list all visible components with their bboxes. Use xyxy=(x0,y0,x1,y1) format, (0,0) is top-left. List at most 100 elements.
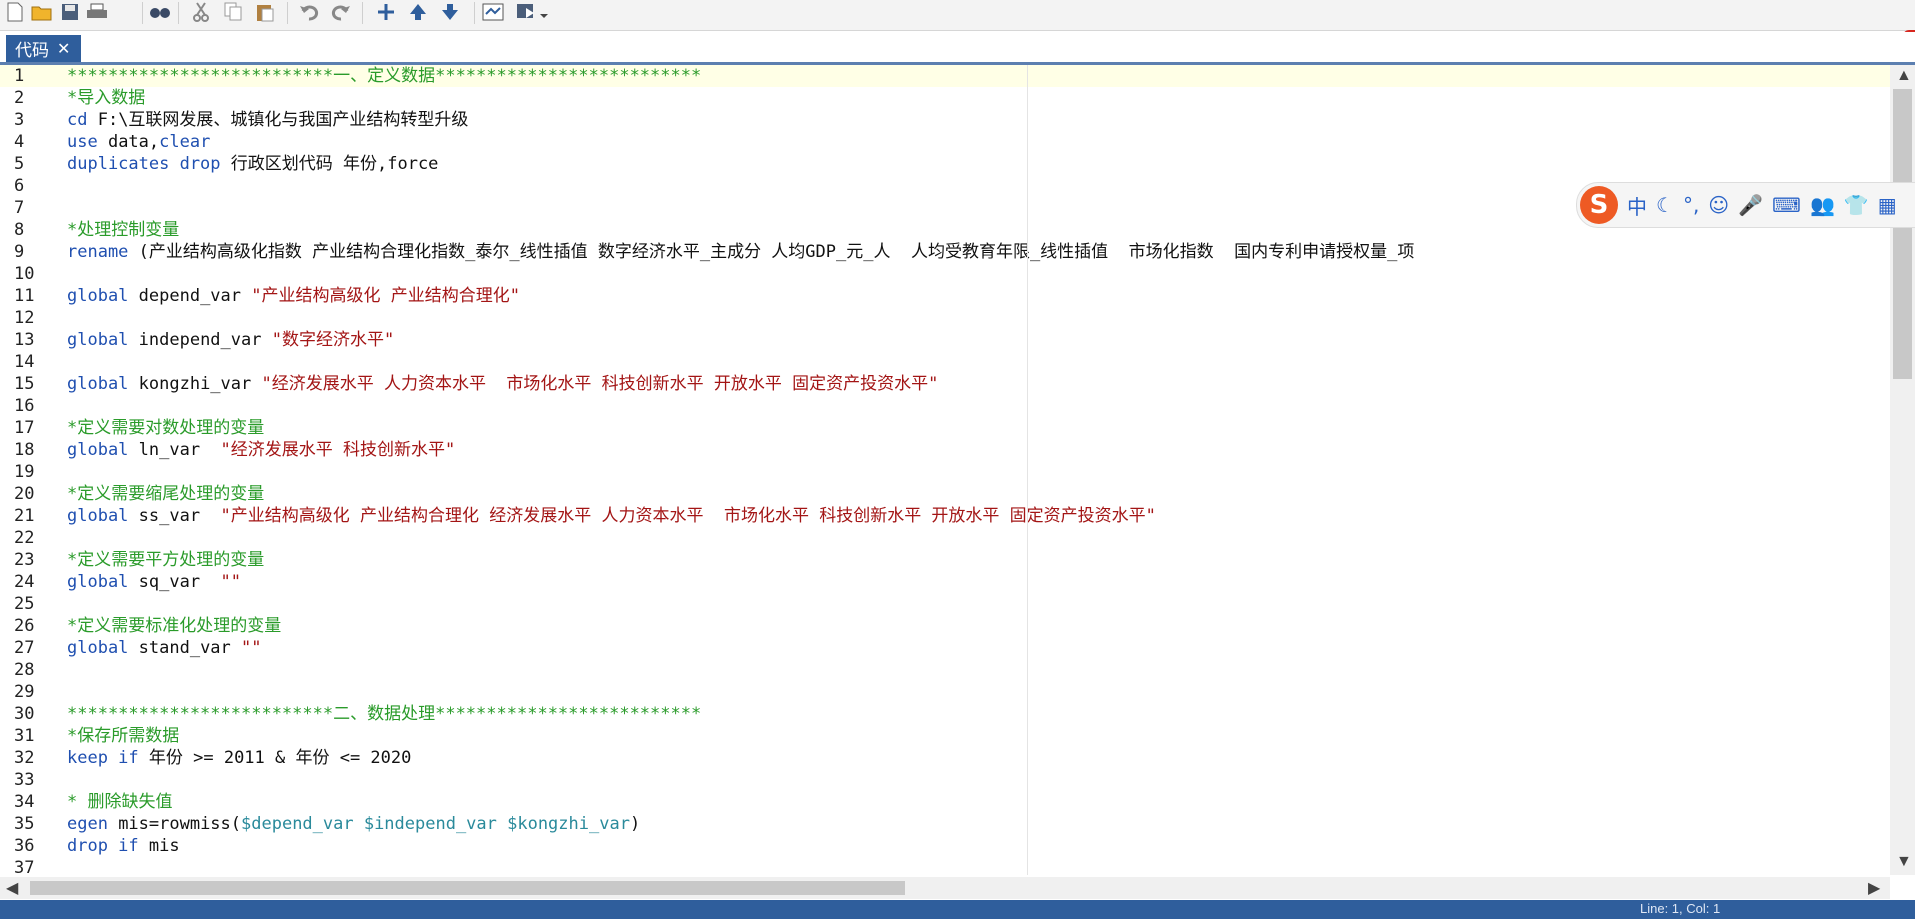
bookmark-prev-icon[interactable] xyxy=(405,0,431,24)
scroll-up-icon[interactable]: ▲ xyxy=(1896,67,1912,85)
horizontal-scroll-thumb[interactable] xyxy=(30,881,905,895)
copy-icon[interactable] xyxy=(220,0,246,24)
code-line[interactable]: 21 global ss_var "产业结构高级化 产业结构合理化 经济发展水平 … xyxy=(0,505,1890,527)
code-line[interactable]: 20 *定义需要缩尾处理的变量 xyxy=(0,483,1890,505)
code-token-comment: *定义需要缩尾处理的变量 xyxy=(67,484,265,504)
code-text[interactable]: global kongzhi_var "经济发展水平 人力资本水平 市场化水平 … xyxy=(67,373,938,395)
code-line[interactable]: 3 cd F:\互联网发展、城镇化与我国产业结构转型升级 xyxy=(0,109,1890,131)
ime-mode-toggle[interactable]: 中 xyxy=(1627,191,1647,220)
code-text[interactable]: use data,clear xyxy=(67,131,210,153)
code-text[interactable]: **************************一、定义数据********… xyxy=(67,65,701,87)
code-text[interactable]: *保存所需数据 xyxy=(67,725,179,747)
code-line[interactable]: 33 xyxy=(0,769,1890,791)
ime-toolbar[interactable]: S 中 ☾ °, ☺ 🎤 ⌨ 👥 👕 ▦ xyxy=(1576,182,1915,228)
code-line[interactable]: 5 duplicates drop 行政区划代码 年份,force xyxy=(0,153,1890,175)
new-file-icon[interactable] xyxy=(2,0,28,24)
bookmark-add-icon[interactable] xyxy=(373,0,399,24)
grid-icon[interactable]: ▦ xyxy=(1878,193,1897,217)
code-line[interactable]: 27 global stand_var "" xyxy=(0,637,1890,659)
user-icon[interactable]: 👥 xyxy=(1810,193,1835,217)
code-line[interactable]: 14 xyxy=(0,351,1890,373)
code-line[interactable]: 9 rename (产业结构高级化指数 产业结构合理化指数_泰尔_线性插值 数字经… xyxy=(0,241,1890,263)
find-icon[interactable] xyxy=(147,0,173,24)
code-text[interactable]: *定义需要标准化处理的变量 xyxy=(67,615,281,637)
code-text[interactable]: global stand_var "" xyxy=(67,637,262,659)
code-line[interactable]: 24 global sq_var "" xyxy=(0,571,1890,593)
code-line[interactable]: 10 xyxy=(0,263,1890,285)
code-text[interactable]: cd F:\互联网发展、城镇化与我国产业结构转型升级 xyxy=(67,109,468,131)
code-line[interactable]: 2 *导入数据 xyxy=(0,87,1890,109)
code-line[interactable]: 11 global depend_var "产业结构高级化 产业结构合理化" xyxy=(0,285,1890,307)
code-line[interactable]: 34 * 删除缺失值 xyxy=(0,791,1890,813)
code-text[interactable]: rename (产业结构高级化指数 产业结构合理化指数_泰尔_线性插值 数字经济… xyxy=(67,241,1414,263)
code-text[interactable]: * 删除缺失值 xyxy=(67,791,172,813)
keyboard-icon[interactable]: ⌨ xyxy=(1772,193,1801,217)
code-line[interactable]: 30 **************************二、数据处理******… xyxy=(0,703,1890,725)
code-line[interactable]: 36 drop if mis xyxy=(0,835,1890,857)
code-line[interactable]: 17 *定义需要对数处理的变量 xyxy=(0,417,1890,439)
line-number: 29 xyxy=(14,682,35,702)
print-icon[interactable] xyxy=(84,0,110,24)
code-line[interactable]: 35 egen mis=rowmiss($depend_var $independ… xyxy=(0,813,1890,835)
code-line[interactable]: 18 global ln_var "经济发展水平 科技创新水平" xyxy=(0,439,1890,461)
line-number: 23 xyxy=(14,550,35,570)
code-text[interactable]: drop if mis xyxy=(67,835,180,857)
code-line[interactable]: 13 global independ_var "数字经济水平" xyxy=(0,329,1890,351)
code-token-string: "经济发展水平 科技创新水平" xyxy=(220,440,456,460)
code-line[interactable]: 15 global kongzhi_var "经济发展水平 人力资本水平 市场化水… xyxy=(0,373,1890,395)
open-folder-icon[interactable] xyxy=(29,0,55,24)
code-line[interactable]: 25 xyxy=(0,593,1890,615)
code-line[interactable]: 12 xyxy=(0,307,1890,329)
code-line[interactable]: 23 *定义需要平方处理的变量 xyxy=(0,549,1890,571)
scroll-down-icon[interactable]: ▼ xyxy=(1896,853,1912,871)
cut-icon[interactable] xyxy=(188,0,214,24)
code-line[interactable]: 1 **************************一、定义数据*******… xyxy=(0,65,1890,87)
save-icon[interactable] xyxy=(57,0,83,24)
code-line[interactable]: 19 xyxy=(0,461,1890,483)
code-line[interactable]: 16 xyxy=(0,395,1890,417)
code-text[interactable]: global independ_var "数字经济水平" xyxy=(67,329,394,351)
code-line[interactable]: 37 xyxy=(0,857,1890,875)
show-file-icon[interactable] xyxy=(480,0,506,24)
vertical-scroll-thumb[interactable] xyxy=(1893,89,1912,379)
code-text[interactable]: global ss_var "产业结构高级化 产业结构合理化 经济发展水平 人力… xyxy=(67,505,1156,527)
code-line[interactable]: 29 xyxy=(0,681,1890,703)
code-text[interactable]: egen mis=rowmiss($depend_var $independ_v… xyxy=(67,813,640,835)
code-line[interactable]: 28 xyxy=(0,659,1890,681)
code-line[interactable]: 26 *定义需要标准化处理的变量 xyxy=(0,615,1890,637)
sogou-logo-icon[interactable]: S xyxy=(1580,186,1618,224)
line-number: 13 xyxy=(14,330,35,350)
moon-icon[interactable]: ☾ xyxy=(1656,193,1674,217)
horizontal-scrollbar[interactable]: ◀ ▶ xyxy=(0,877,1890,899)
code-text[interactable]: keep if 年份 >= 2011 & 年份 <= 2020 xyxy=(67,747,411,769)
skin-icon[interactable]: 👕 xyxy=(1844,193,1869,217)
code-line[interactable]: 31 *保存所需数据 xyxy=(0,725,1890,747)
line-number: 35 xyxy=(14,814,35,834)
code-text[interactable]: *导入数据 xyxy=(67,87,145,109)
code-text[interactable]: *处理控制变量 xyxy=(67,219,179,241)
microphone-icon[interactable]: 🎤 xyxy=(1738,193,1763,217)
code-text[interactable]: duplicates drop 行政区划代码 年份,force xyxy=(67,153,438,175)
code-text[interactable]: *定义需要缩尾处理的变量 xyxy=(67,483,264,505)
code-line[interactable]: 22 xyxy=(0,527,1890,549)
redo-icon[interactable] xyxy=(328,0,354,24)
code-text[interactable]: *定义需要平方处理的变量 xyxy=(67,549,264,571)
scroll-right-icon[interactable]: ▶ xyxy=(1868,878,1880,898)
code-text[interactable]: *定义需要对数处理的变量 xyxy=(67,417,264,439)
close-icon[interactable]: ✕ xyxy=(57,40,70,57)
bookmark-next-icon[interactable] xyxy=(437,0,463,24)
scroll-left-icon[interactable]: ◀ xyxy=(6,878,18,898)
code-text[interactable]: global sq_var "" xyxy=(67,571,241,593)
emoji-icon[interactable]: ☺ xyxy=(1708,193,1729,217)
paste-icon[interactable] xyxy=(252,0,278,24)
do-run-icon[interactable] xyxy=(513,0,553,24)
code-line[interactable]: 4 use data,clear xyxy=(0,131,1890,153)
code-text[interactable]: global depend_var "产业结构高级化 产业结构合理化" xyxy=(67,285,520,307)
code-line[interactable]: 32 keep if 年份 >= 2011 & 年份 <= 2020 xyxy=(0,747,1890,769)
punctuation-icon[interactable]: °, xyxy=(1683,193,1699,217)
code-text[interactable]: **************************二、数据处理********… xyxy=(67,703,701,725)
line-number: 12 xyxy=(14,308,35,328)
tab-code[interactable]: 代码 ✕ xyxy=(6,35,81,62)
code-text[interactable]: global ln_var "经济发展水平 科技创新水平" xyxy=(67,439,455,461)
undo-icon[interactable] xyxy=(296,0,322,24)
